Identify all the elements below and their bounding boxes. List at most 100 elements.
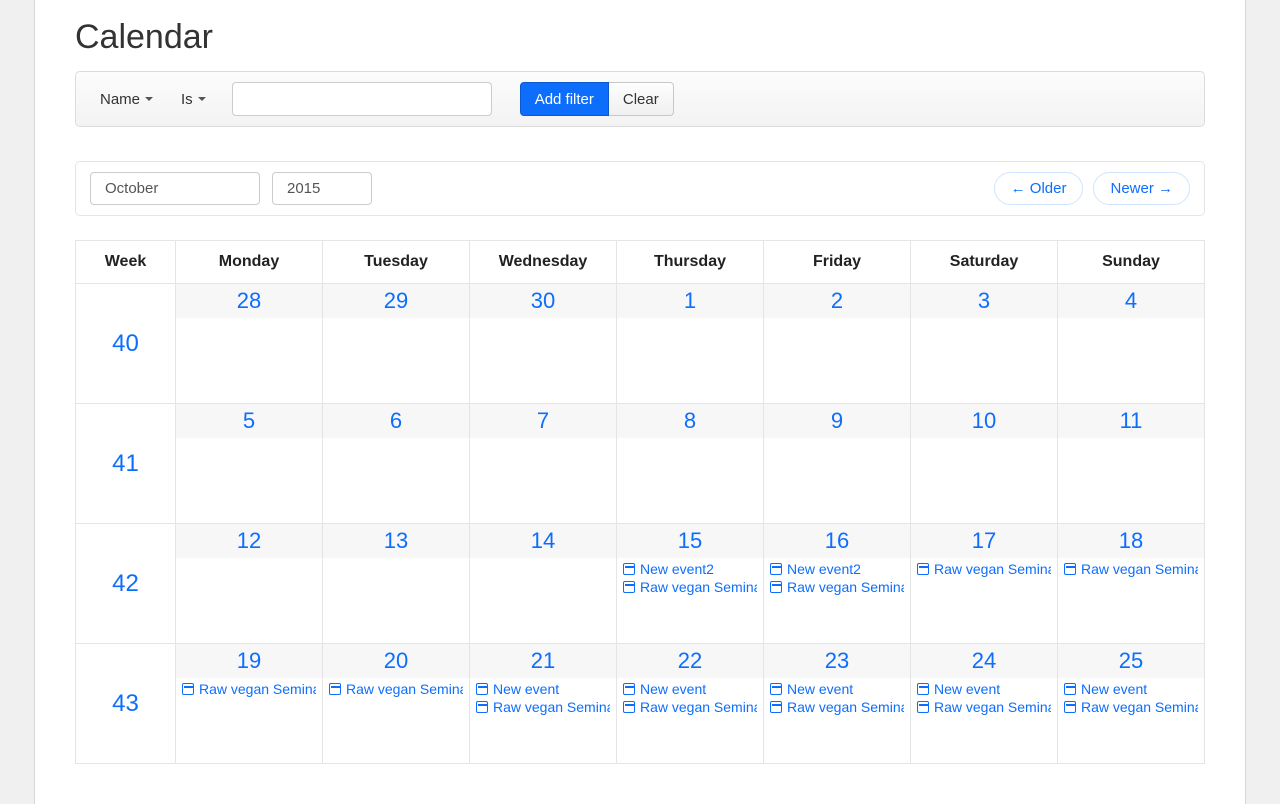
calendar-icon — [476, 701, 488, 713]
calendar-event[interactable]: Raw vegan Seminar — [770, 578, 904, 596]
calendar-event[interactable]: New event — [917, 680, 1051, 698]
month-select[interactable]: October — [90, 172, 260, 205]
calendar-event[interactable]: New event — [623, 680, 757, 698]
day-number[interactable]: 17 — [911, 524, 1057, 558]
day-number[interactable]: 4 — [1058, 284, 1204, 318]
day-number[interactable]: 23 — [764, 644, 910, 678]
day-number[interactable]: 18 — [1058, 524, 1204, 558]
calendar-day: 13 — [323, 524, 470, 644]
day-number[interactable]: 15 — [617, 524, 763, 558]
week-number[interactable]: 42 — [76, 524, 176, 644]
calendar-icon — [623, 701, 635, 713]
filter-bar: Name Is Add filter Clear — [75, 71, 1205, 127]
calendar-icon — [623, 581, 635, 593]
calendar-day: 20 Raw vegan Seminar — [323, 644, 470, 764]
day-number[interactable]: 7 — [470, 404, 616, 438]
calendar-icon — [182, 683, 194, 695]
day-number[interactable]: 10 — [911, 404, 1057, 438]
day-number[interactable]: 19 — [176, 644, 322, 678]
event-label: Raw vegan Seminar — [787, 579, 904, 595]
calendar-event[interactable]: Raw vegan Seminar — [476, 698, 610, 716]
calendar-day: 5 — [176, 404, 323, 524]
week-number[interactable]: 40 — [76, 284, 176, 404]
calendar-day: 11 — [1058, 404, 1205, 524]
calendar-header: Week — [76, 241, 176, 284]
calendar-event[interactable]: New event2 — [623, 560, 757, 578]
calendar-day: 3 — [911, 284, 1058, 404]
calendar-day: 8 — [617, 404, 764, 524]
day-number[interactable]: 6 — [323, 404, 469, 438]
day-number[interactable]: 29 — [323, 284, 469, 318]
day-number[interactable]: 2 — [764, 284, 910, 318]
day-number[interactable]: 28 — [176, 284, 322, 318]
calendar-icon — [770, 563, 782, 575]
day-number[interactable]: 14 — [470, 524, 616, 558]
day-number[interactable]: 12 — [176, 524, 322, 558]
calendar-day: 15 New event2Raw vegan Seminar — [617, 524, 764, 644]
year-select[interactable]: 2015 — [272, 172, 372, 205]
calendar-header: Friday — [764, 241, 911, 284]
day-number[interactable]: 30 — [470, 284, 616, 318]
calendar-icon — [917, 683, 929, 695]
calendar-icon — [476, 683, 488, 695]
calendar-day: 1 — [617, 284, 764, 404]
filter-value-input[interactable] — [232, 82, 492, 116]
day-number[interactable]: 1 — [617, 284, 763, 318]
newer-button[interactable]: Newer → — [1093, 172, 1190, 205]
week-number[interactable]: 41 — [76, 404, 176, 524]
day-number[interactable]: 24 — [911, 644, 1057, 678]
calendar-event[interactable]: Raw vegan Seminar — [1064, 560, 1198, 578]
event-label: New event — [787, 681, 853, 697]
calendar-day: 23 New event Raw vegan Seminar — [764, 644, 911, 764]
calendar-header: Tuesday — [323, 241, 470, 284]
calendar-event[interactable]: New event — [476, 680, 610, 698]
filter-field-dropdown[interactable]: Name — [90, 87, 163, 112]
calendar-event[interactable]: Raw vegan Seminar — [917, 560, 1051, 578]
event-label: New event — [493, 681, 559, 697]
day-number[interactable]: 22 — [617, 644, 763, 678]
calendar-icon — [770, 581, 782, 593]
calendar-event[interactable]: Raw vegan Seminar — [770, 698, 904, 716]
filter-op-dropdown[interactable]: Is — [171, 87, 216, 112]
calendar-day: 30 — [470, 284, 617, 404]
event-label: Raw vegan Seminar — [934, 699, 1051, 715]
event-label: Raw vegan Seminar — [493, 699, 610, 715]
calendar-icon — [623, 563, 635, 575]
calendar-event[interactable]: Raw vegan Seminar — [1064, 698, 1198, 716]
day-number[interactable]: 5 — [176, 404, 322, 438]
period-selectors: October 2015 — [90, 172, 372, 205]
event-label: Raw vegan Seminar — [787, 699, 904, 715]
calendar-icon — [770, 683, 782, 695]
calendar-event[interactable]: Raw vegan Seminar — [623, 698, 757, 716]
clear-filter-button[interactable]: Clear — [609, 82, 674, 116]
day-number[interactable]: 25 — [1058, 644, 1204, 678]
caret-down-icon — [145, 97, 153, 101]
calendar-event[interactable]: Raw vegan Seminar — [917, 698, 1051, 716]
calendar-icon — [917, 563, 929, 575]
calendar-event[interactable]: Raw vegan Seminar — [623, 578, 757, 596]
day-number[interactable]: 8 — [617, 404, 763, 438]
calendar-event[interactable]: Raw vegan Seminar — [182, 680, 316, 698]
event-label: Raw vegan Seminar — [934, 561, 1051, 577]
calendar-day: 25 New eventRaw vegan Seminar — [1058, 644, 1205, 764]
day-number[interactable]: 3 — [911, 284, 1057, 318]
add-filter-button[interactable]: Add filter — [520, 82, 609, 116]
day-number[interactable]: 9 — [764, 404, 910, 438]
day-number[interactable]: 11 — [1058, 404, 1204, 438]
day-number[interactable]: 16 — [764, 524, 910, 558]
calendar-icon — [1064, 683, 1076, 695]
event-label: New event2 — [787, 561, 861, 577]
period-nav: October 2015 ← Older Newer → — [75, 161, 1205, 216]
calendar-day: 28 — [176, 284, 323, 404]
calendar-event[interactable]: New event — [1064, 680, 1198, 698]
day-number[interactable]: 21 — [470, 644, 616, 678]
calendar-table: WeekMondayTuesdayWednesdayThursdayFriday… — [75, 240, 1205, 764]
week-number[interactable]: 43 — [76, 644, 176, 764]
calendar-event[interactable]: New event — [770, 680, 904, 698]
day-number[interactable]: 20 — [323, 644, 469, 678]
calendar-event[interactable]: Raw vegan Seminar — [329, 680, 463, 698]
calendar-day: 19 Raw vegan Seminar — [176, 644, 323, 764]
calendar-event[interactable]: New event2 — [770, 560, 904, 578]
older-button[interactable]: ← Older — [994, 172, 1084, 205]
day-number[interactable]: 13 — [323, 524, 469, 558]
